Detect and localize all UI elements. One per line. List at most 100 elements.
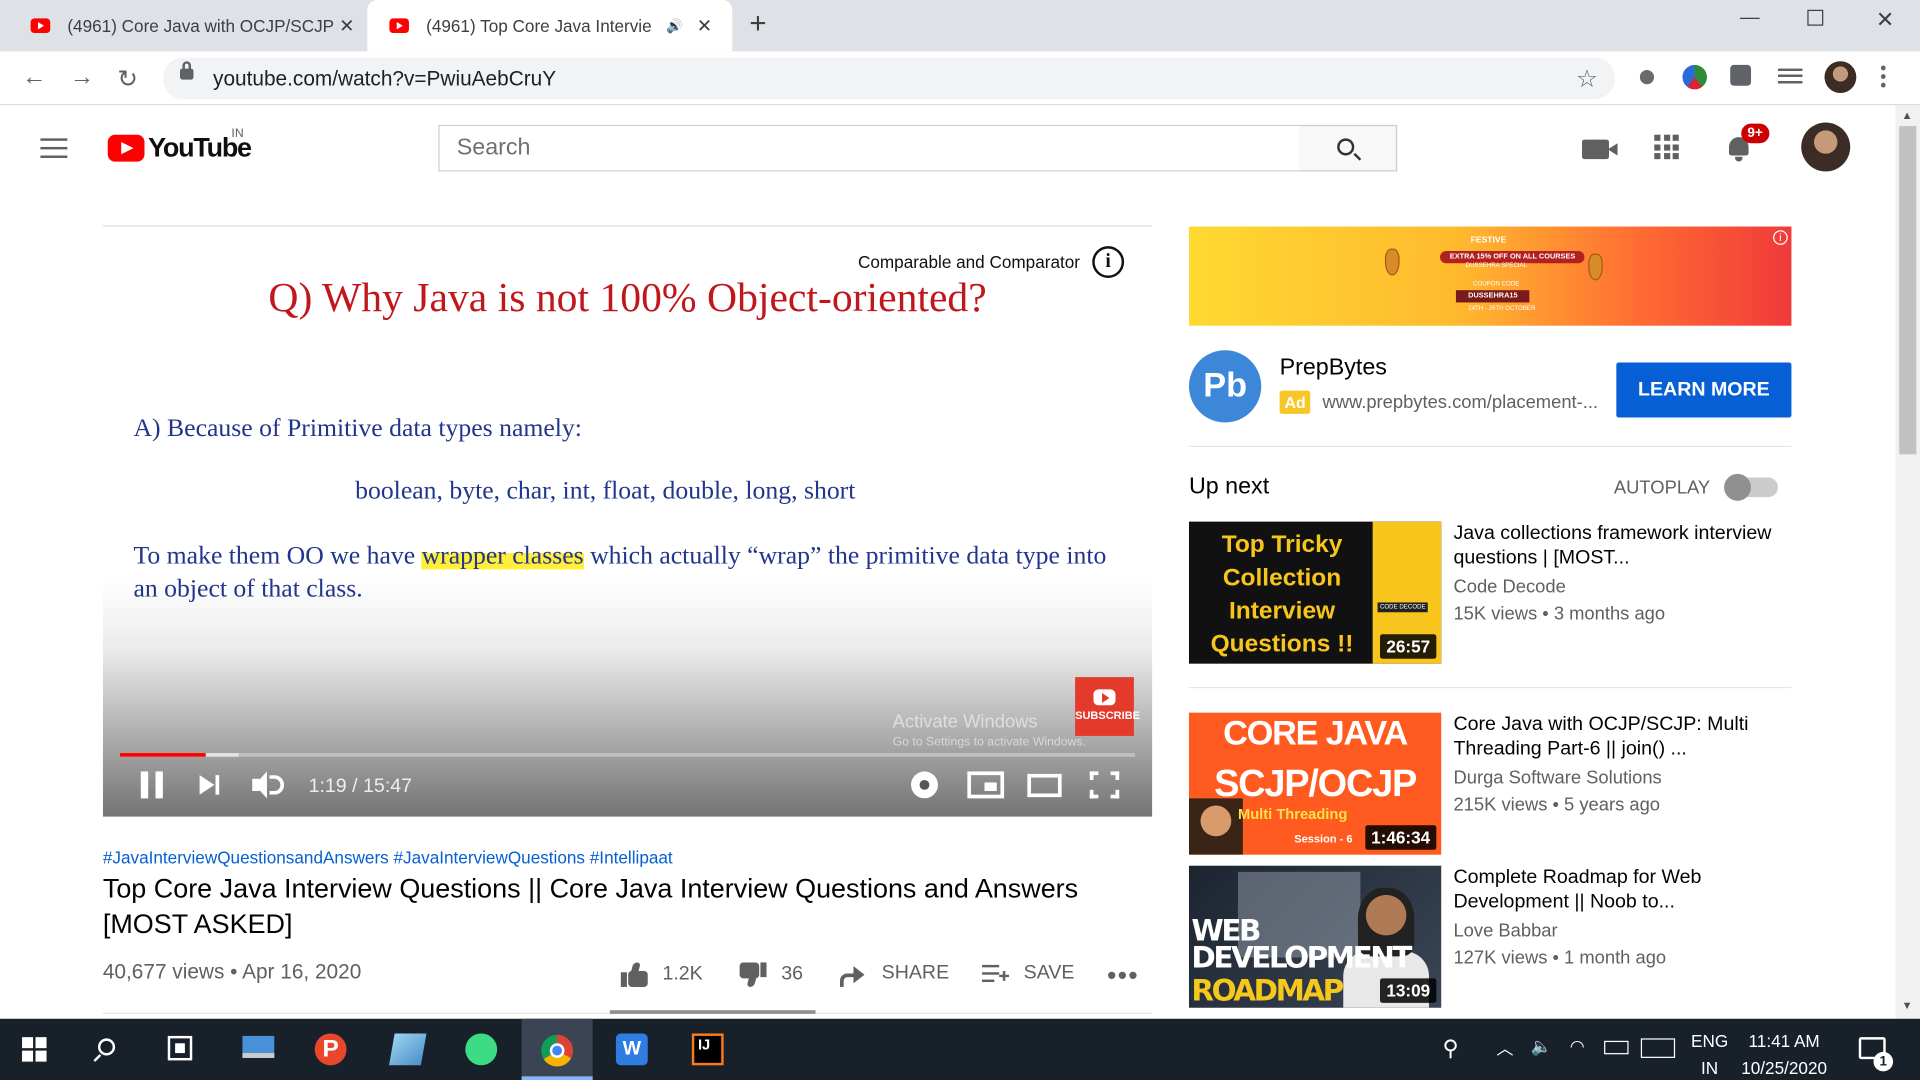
media-controls-icon[interactable]	[1777, 68, 1803, 86]
action-center-icon[interactable]: 1	[1858, 1037, 1894, 1072]
psiphon-app-icon[interactable]: P	[314, 1033, 347, 1066]
restore-window-icon[interactable]	[1807, 9, 1824, 26]
new-tab-button[interactable]: +	[749, 7, 766, 41]
more-actions-button[interactable]: •••	[1107, 960, 1139, 992]
create-video-icon[interactable]	[1582, 139, 1618, 160]
video-thumbnail[interactable]: Top Tricky Collection Interview Question…	[1188, 521, 1442, 664]
video-title: Top Core Java Interview Questions || Cor…	[102, 873, 1079, 940]
browser-tab[interactable]: (4961) Core Java with OCJP/SCJP ✕	[30, 0, 362, 51]
slide-answer: A) Because of Primitive data types namel…	[133, 412, 582, 443]
autoplay-toggle[interactable]	[1724, 473, 1778, 501]
region-label: IN	[231, 127, 244, 141]
video-thumbnail[interactable]: WEB DEVELOPMENT ROADMAP 13:09	[1188, 865, 1442, 1008]
wifi-icon[interactable]: ◠	[1570, 1036, 1585, 1057]
recommended-channel[interactable]: Code Decode	[1453, 577, 1565, 598]
advertiser-name[interactable]: PrepBytes	[1280, 355, 1387, 382]
scroll-down-arrow-icon[interactable]: ▼	[1902, 999, 1913, 1011]
browser-tab-active[interactable]: (4961) Top Core Java Intervie 🔊 ✕	[367, 0, 733, 52]
extension-globe-icon[interactable]	[1682, 64, 1707, 90]
scrollbar-thumb[interactable]	[1899, 126, 1917, 455]
share-arrow-icon	[840, 964, 865, 987]
wps-office-icon[interactable]: W	[615, 1033, 648, 1066]
close-tab-icon[interactable]: ✕	[697, 15, 712, 37]
people-icon[interactable]: ⚲	[1442, 1036, 1458, 1062]
recommended-title[interactable]: Complete Roadmap for Web Development || …	[1453, 866, 1774, 915]
ad-url[interactable]: www.prepbytes.com/placement-...	[1322, 392, 1598, 413]
page-scrollbar[interactable]: ▲ ▼	[1895, 105, 1920, 1019]
recommended-video[interactable]: WEB DEVELOPMENT ROADMAP 13:09 Complete R…	[1188, 865, 1791, 1008]
save-button[interactable]: SAVE	[982, 962, 1074, 984]
learn-more-button[interactable]: LEARN MORE	[1616, 362, 1792, 418]
close-window-icon[interactable]: ✕	[1876, 7, 1894, 33]
apps-grid-icon[interactable]	[1654, 134, 1679, 160]
youtube-favicon-icon	[389, 18, 409, 34]
ad-banner[interactable]: FESTIVE EXTRA 15% OFF ON ALL COURSES DUS…	[1188, 226, 1792, 326]
recommended-video[interactable]: CORE JAVA SCJP/OCJP Multi Threading Sess…	[1188, 712, 1791, 855]
back-arrow-icon[interactable]: ←	[22, 64, 46, 92]
theater-mode-icon[interactable]	[1027, 773, 1062, 798]
extensions-puzzle-icon[interactable]	[1730, 64, 1752, 86]
keyboard-icon[interactable]	[1640, 1038, 1676, 1058]
banner-coupon: COUPON CODE	[1473, 280, 1520, 288]
laptop-app-icon[interactable]	[242, 1035, 275, 1058]
volume-icon[interactable]	[252, 771, 286, 799]
url-text[interactable]: youtube.com/watch?v=PwiuAebCruY	[213, 67, 556, 91]
chrome-app-icon[interactable]	[541, 1034, 574, 1067]
volume-tray-icon[interactable]: 🔈	[1531, 1036, 1552, 1057]
menu-icon[interactable]	[40, 138, 68, 164]
search-icon	[1337, 138, 1355, 156]
account-avatar[interactable]	[1801, 122, 1851, 172]
close-tab-icon[interactable]: ✕	[339, 15, 354, 37]
system-clock[interactable]: 11:41 AM 10/25/2020	[1741, 1027, 1827, 1080]
recommended-channel[interactable]: Love Babbar	[1453, 921, 1557, 942]
dislike-button[interactable]: 36	[740, 962, 804, 987]
recommended-title[interactable]: Core Java with OCJP/SCJP: Multi Threadin…	[1453, 713, 1774, 762]
scroll-up-arrow-icon[interactable]: ▲	[1902, 109, 1913, 121]
show-hidden-icons-icon[interactable]: ︿	[1496, 1036, 1513, 1060]
search-input[interactable]	[439, 126, 1300, 171]
more-horizontal-icon: •••	[1106, 960, 1139, 991]
search-box[interactable]	[438, 124, 1301, 172]
audio-playing-icon[interactable]: 🔊	[666, 18, 683, 34]
taskbar-search-icon[interactable]	[97, 1038, 116, 1056]
profile-avatar[interactable]	[1824, 61, 1857, 94]
recommended-video[interactable]: Top Tricky Collection Interview Question…	[1188, 521, 1791, 664]
slide-text: To make them OO we have	[133, 540, 416, 570]
address-bar[interactable]: youtube.com/watch?v=PwiuAebCruY ☆	[162, 57, 1616, 100]
prepbytes-logo[interactable]: Pb	[1188, 350, 1262, 423]
next-video-icon[interactable]	[199, 774, 222, 796]
recommended-channel[interactable]: Durga Software Solutions	[1453, 768, 1661, 789]
like-button[interactable]: 1.2K	[620, 962, 703, 987]
battery-icon[interactable]	[1604, 1040, 1629, 1055]
bookmark-star-icon[interactable]: ☆	[1576, 64, 1598, 95]
youtube-logo[interactable]: YouTube IN	[107, 127, 252, 164]
recommended-title[interactable]: Java collections framework interview que…	[1453, 522, 1774, 571]
fullscreen-icon[interactable]	[1089, 771, 1120, 799]
chrome-menu-icon[interactable]	[1879, 63, 1887, 91]
subscribe-watermark-button[interactable]: SUBSCRIBE	[1075, 677, 1140, 736]
minimize-window-icon[interactable]: —	[1740, 7, 1760, 29]
progress-bar[interactable]	[120, 753, 1136, 757]
input-language[interactable]: ENG IN	[1691, 1027, 1728, 1080]
windows-start-icon[interactable]	[22, 1037, 47, 1062]
dislike-count: 36	[781, 963, 804, 985]
miniplayer-icon[interactable]	[967, 771, 1005, 799]
settings-gear-icon[interactable]	[911, 771, 938, 799]
intellij-idea-icon[interactable]: IJ	[691, 1033, 724, 1066]
ad-info-icon[interactable]: i	[1773, 230, 1788, 245]
android-studio-icon[interactable]	[465, 1033, 498, 1066]
pause-icon[interactable]	[140, 771, 163, 799]
video-hashtags[interactable]: #JavaInterviewQuestionsandAnswers #JavaI…	[103, 847, 673, 867]
extension-bug-icon[interactable]	[1634, 64, 1660, 90]
info-card-title[interactable]: Comparable and Comparator	[858, 252, 1080, 272]
video-player[interactable]: Q) Why Java is not 100% Object-oriented?…	[102, 225, 1153, 817]
lock-icon[interactable]	[180, 61, 194, 80]
search-button[interactable]	[1299, 124, 1398, 172]
notes-app-icon[interactable]	[389, 1033, 427, 1066]
task-view-icon[interactable]	[167, 1035, 193, 1061]
info-card-icon[interactable]: i	[1092, 246, 1125, 278]
share-button[interactable]: SHARE	[840, 962, 949, 987]
reload-icon[interactable]: ↻	[118, 64, 139, 95]
forward-arrow-icon[interactable]: →	[70, 64, 94, 92]
video-thumbnail[interactable]: CORE JAVA SCJP/OCJP Multi Threading Sess…	[1188, 712, 1442, 855]
